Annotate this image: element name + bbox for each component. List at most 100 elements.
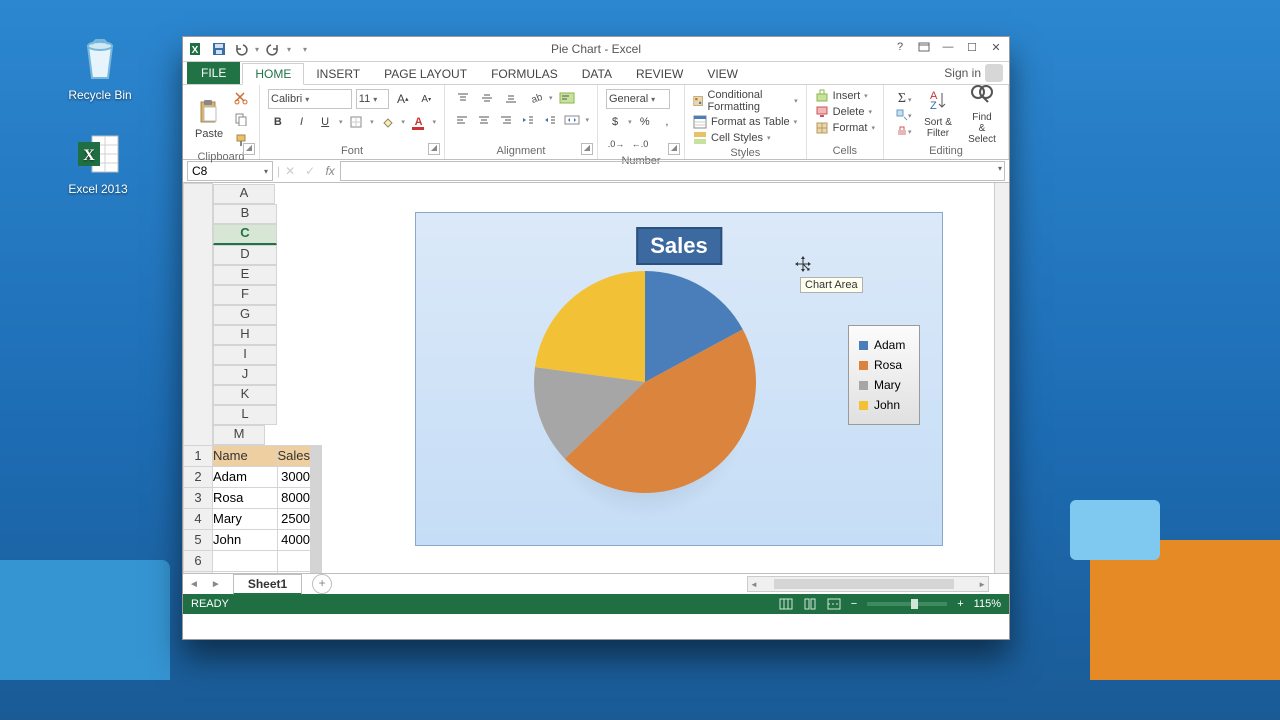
row-header[interactable]: 1 (184, 445, 213, 466)
redo-dropdown[interactable]: ▾ (287, 45, 291, 54)
format-cells-button[interactable]: Format▾ (815, 121, 875, 135)
copy-icon[interactable] (231, 110, 251, 128)
cell[interactable]: John (213, 529, 278, 550)
formula-input[interactable]: ▾ (340, 161, 1005, 181)
increase-decimal-icon[interactable]: .0→ (606, 135, 626, 153)
worksheet-grid[interactable]: ABCDEFGHIJKLM1NameSales2Adam30003Rosa800… (183, 183, 1009, 573)
cut-icon[interactable] (231, 89, 251, 107)
recycle-bin-icon[interactable]: Recycle Bin (60, 36, 140, 102)
pie-slice[interactable] (535, 271, 645, 382)
align-center-icon[interactable] (475, 111, 493, 129)
insert-cells-button[interactable]: Insert▾ (815, 89, 875, 103)
cell[interactable]: 2500 (277, 508, 311, 529)
row-header[interactable]: 5 (184, 529, 213, 550)
cell[interactable]: Rosa (213, 487, 278, 508)
undo-dropdown[interactable]: ▾ (255, 45, 259, 54)
underline-button[interactable]: U (315, 113, 335, 131)
add-sheet-button[interactable]: + (312, 574, 332, 594)
tab-insert[interactable]: INSERT (304, 64, 372, 84)
cell[interactable] (321, 508, 322, 529)
cell[interactable] (321, 487, 322, 508)
cell-styles-button[interactable]: Cell Styles▾ (693, 131, 798, 145)
legend-item[interactable]: Mary (859, 378, 909, 392)
save-icon[interactable] (211, 41, 227, 57)
align-left-icon[interactable] (453, 111, 471, 129)
cell[interactable]: Sales (277, 445, 311, 466)
view-page-layout-icon[interactable] (803, 598, 817, 610)
zoom-in-button[interactable]: + (957, 598, 963, 610)
column-header[interactable]: E (213, 265, 277, 285)
column-header[interactable]: H (213, 325, 277, 345)
number-format-dropdown[interactable]: General▾ (606, 89, 670, 109)
row-header[interactable]: 3 (184, 487, 213, 508)
dialog-launcher-icon[interactable]: ◢ (668, 143, 680, 155)
dialog-launcher-icon[interactable]: ◢ (428, 143, 440, 155)
legend-item[interactable]: Rosa (859, 358, 909, 372)
row-header[interactable]: 6 (184, 550, 213, 571)
column-header[interactable]: B (213, 204, 277, 224)
vertical-scrollbar[interactable] (994, 183, 1009, 573)
dialog-launcher-icon[interactable]: ◢ (581, 143, 593, 155)
bold-button[interactable]: B (268, 113, 288, 131)
column-header[interactable]: J (213, 365, 277, 385)
accounting-format-icon[interactable]: $ (606, 113, 624, 131)
column-header[interactable]: I (213, 345, 277, 365)
column-header[interactable]: M (213, 425, 265, 445)
zoom-slider[interactable] (867, 602, 947, 606)
cell[interactable]: 8000 (277, 487, 311, 508)
chart-legend[interactable]: Adam Rosa Mary John (848, 325, 920, 425)
undo-icon[interactable] (233, 41, 249, 57)
sheet-tab[interactable]: Sheet1 (233, 574, 302, 595)
conditional-formatting-button[interactable]: Conditional Formatting▾ (693, 89, 798, 113)
merge-center-icon[interactable] (563, 111, 581, 129)
view-normal-icon[interactable] (779, 598, 793, 610)
cell[interactable]: 4000 (277, 529, 311, 550)
cell[interactable]: Mary (213, 508, 278, 529)
chart-title[interactable]: Sales (636, 227, 722, 265)
redo-icon[interactable] (265, 41, 281, 57)
comma-format-icon[interactable]: , (658, 113, 676, 131)
grow-font-icon[interactable]: A▴ (393, 90, 413, 108)
sheet-nav-next[interactable]: ► (205, 579, 227, 590)
cell[interactable] (213, 550, 278, 571)
legend-item[interactable]: John (859, 398, 909, 412)
column-header[interactable]: K (213, 385, 277, 405)
italic-button[interactable]: I (292, 113, 312, 131)
align-middle-icon[interactable] (477, 89, 497, 107)
legend-item[interactable]: Adam (859, 338, 909, 352)
font-name-dropdown[interactable]: Calibri▾ (268, 89, 352, 109)
cell[interactable] (321, 445, 322, 466)
fx-icon[interactable]: fx (320, 164, 340, 178)
cell[interactable] (277, 550, 311, 571)
view-page-break-icon[interactable] (827, 598, 841, 610)
align-top-icon[interactable] (453, 89, 473, 107)
horizontal-scrollbar[interactable]: ◄ ► (747, 576, 989, 592)
percent-format-icon[interactable]: % (636, 113, 654, 131)
cell[interactable] (321, 529, 322, 550)
qat-customize[interactable]: ▾ (303, 45, 307, 54)
border-icon[interactable] (346, 113, 366, 131)
find-select-button[interactable]: Find & Select (964, 80, 1000, 147)
decrease-indent-icon[interactable] (519, 111, 537, 129)
cell[interactable]: Adam (213, 466, 278, 487)
name-box[interactable]: C8▾ (187, 161, 273, 181)
format-as-table-button[interactable]: Format as Table▾ (693, 115, 798, 129)
orientation-icon[interactable]: ab (525, 89, 545, 107)
column-header[interactable]: F (213, 285, 277, 305)
enter-formula-icon[interactable]: ✓ (300, 164, 320, 178)
wrap-text-icon[interactable] (557, 89, 577, 107)
font-size-dropdown[interactable]: 11▾ (356, 89, 389, 109)
cell[interactable] (321, 550, 322, 571)
delete-cells-button[interactable]: Delete▾ (815, 105, 875, 119)
tab-file[interactable]: FILE (187, 62, 240, 84)
decrease-decimal-icon[interactable]: ←.0 (630, 135, 650, 153)
tab-view[interactable]: VIEW (695, 64, 750, 84)
row-header[interactable]: 2 (184, 466, 213, 487)
help-icon[interactable]: ? (891, 39, 909, 55)
minimize-button[interactable]: — (939, 39, 957, 55)
fill-color-icon[interactable] (378, 113, 398, 131)
cancel-formula-icon[interactable]: ✕ (280, 164, 300, 178)
dialog-launcher-icon[interactable]: ◢ (243, 143, 255, 155)
cell[interactable] (321, 466, 322, 487)
row-header[interactable]: 4 (184, 508, 213, 529)
